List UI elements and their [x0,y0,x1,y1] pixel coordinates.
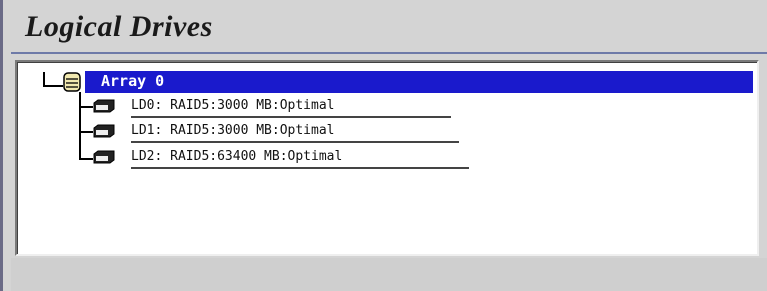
tree-item-array-label[interactable]: Array 0 [101,71,164,93]
tree-branch-ld0 [79,106,93,108]
ld2-label: LD2: RAID5:63400 MB:Optimal [131,149,343,164]
drive-icon [93,99,115,113]
window-title: Logical Drives [25,10,213,43]
tree-item-ld0[interactable]: LD0: RAID5:3000 MB:Optimal [93,97,463,118]
drive-icon [93,124,115,138]
tree-branch-ld2 [79,158,93,160]
title-divider [11,52,767,54]
tree-item-ld2[interactable]: LD2: RAID5:63400 MB:Optimal [93,148,473,169]
ld0-label: LD0: RAID5:3000 MB:Optimal [131,98,335,113]
ld1-label: LD1: RAID5:3000 MB:Optimal [131,123,335,138]
tree-root-branch [43,85,63,87]
logical-drives-window: Logical Drives Array 0 LD0: RAID5:3000 M… [0,0,767,291]
ld1-underline [131,141,459,143]
ld2-underline [131,167,469,169]
tree-item-array-0[interactable] [85,71,753,93]
tree-branch-ld1 [79,131,93,133]
tree-root-line [43,72,45,86]
array-icon [63,72,81,92]
tree-child-trunk [79,92,81,160]
status-bar [11,258,767,291]
tree-item-ld1[interactable]: LD1: RAID5:3000 MB:Optimal [93,122,463,143]
drive-icon [93,150,115,164]
ld0-underline [131,116,451,118]
